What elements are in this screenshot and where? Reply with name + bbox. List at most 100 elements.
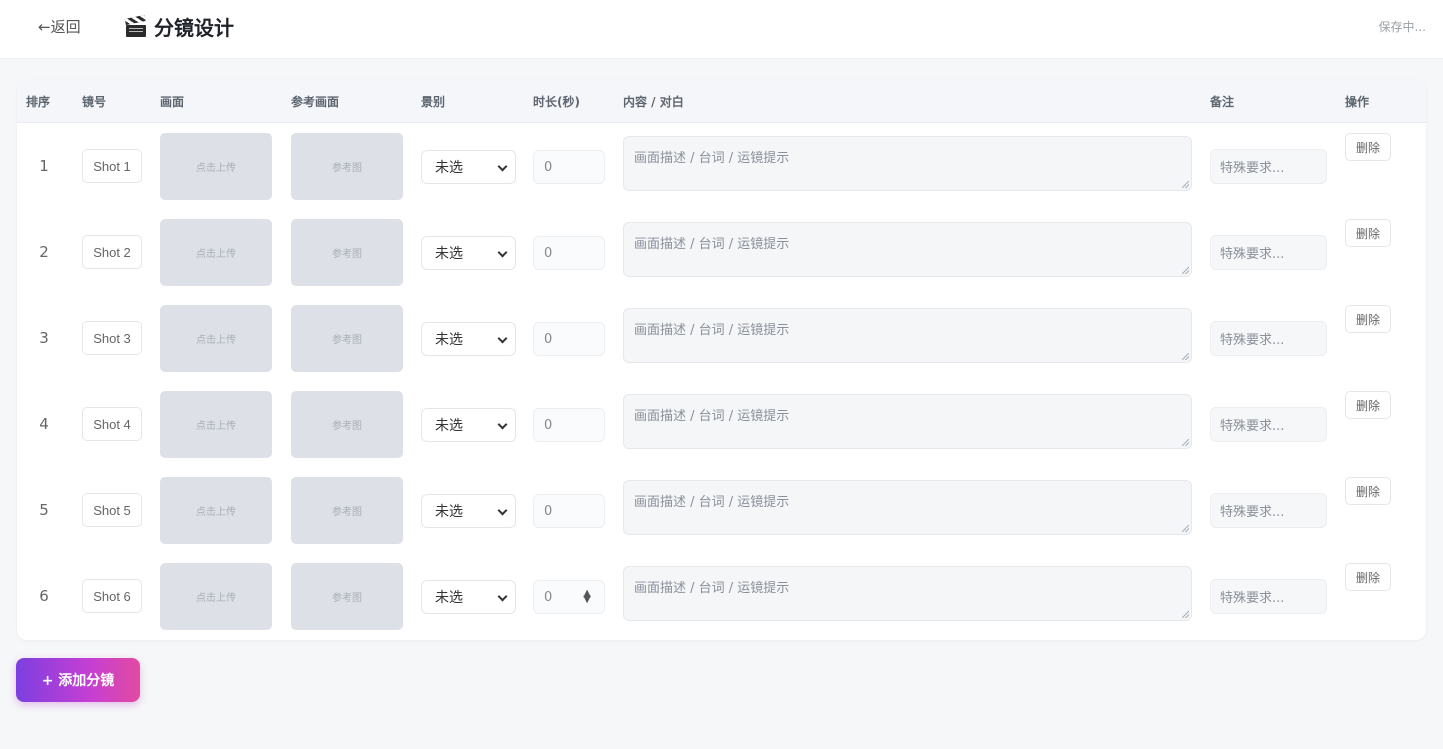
- delete-button[interactable]: 删除: [1345, 391, 1391, 419]
- content-placeholder: 画面描述 / 台词 / 运镜提示: [634, 409, 790, 424]
- frame-upload[interactable]: 点击上传: [160, 563, 272, 630]
- top-bar: ←返回 分镜设计 保存中...: [0, 0, 1443, 59]
- table-row: 6 Shot 6 点击上传 参考图 未选 0 ▲ ▼ 画面描述 / 台词 / 运镜提…: [17, 553, 1426, 639]
- row-order: 2: [39, 243, 49, 261]
- shot-scale-value: 未选: [435, 418, 463, 434]
- shot-scale-value: 未选: [435, 590, 463, 606]
- shot-scale-select[interactable]: 未选: [421, 236, 516, 270]
- content-textarea[interactable]: 画面描述 / 台词 / 运镜提示: [623, 394, 1192, 449]
- frame-upload[interactable]: 点击上传: [160, 391, 272, 458]
- duration-input[interactable]: 0: [533, 236, 605, 270]
- content-textarea[interactable]: 画面描述 / 台词 / 运镜提示: [623, 480, 1192, 535]
- row-order: 1: [39, 157, 49, 175]
- frame-upload[interactable]: 点击上传: [160, 477, 272, 544]
- chevron-down-icon: [497, 505, 508, 516]
- chevron-down-icon: [497, 161, 508, 172]
- chevron-down-icon: [497, 247, 508, 258]
- shot-scale-select[interactable]: 未选: [421, 322, 516, 356]
- shot-number-input[interactable]: Shot 1: [82, 149, 142, 183]
- shot-scale-value: 未选: [435, 332, 463, 348]
- shot-scale-value: 未选: [435, 160, 463, 176]
- duration-input[interactable]: 0: [533, 494, 605, 528]
- reference-upload[interactable]: 参考图: [291, 563, 403, 630]
- delete-button[interactable]: 删除: [1345, 133, 1391, 161]
- save-status: 保存中...: [1378, 20, 1426, 34]
- reference-upload[interactable]: 参考图: [291, 305, 403, 372]
- note-input[interactable]: 特殊要求...: [1210, 149, 1327, 184]
- content-textarea[interactable]: 画面描述 / 台词 / 运镜提示: [623, 136, 1192, 191]
- duration-input[interactable]: 0: [533, 322, 605, 356]
- reference-upload[interactable]: 参考图: [291, 219, 403, 286]
- clapperboard-icon: [124, 14, 146, 37]
- note-input[interactable]: 特殊要求...: [1210, 579, 1327, 614]
- duration-value: 0: [544, 589, 553, 605]
- row-order: 3: [39, 329, 49, 347]
- note-input[interactable]: 特殊要求...: [1210, 321, 1327, 356]
- content-textarea[interactable]: 画面描述 / 台词 / 运镜提示: [623, 566, 1192, 621]
- page-title: 分镜设计: [124, 12, 234, 41]
- resize-grip-icon[interactable]: [1182, 439, 1189, 446]
- col-action: 操作: [1345, 95, 1370, 109]
- frame-upload[interactable]: 点击上传: [160, 219, 272, 286]
- table-row: 1 Shot 1 点击上传 参考图 未选 0 画面描述 / 台词 / 运镜提示 …: [17, 123, 1426, 209]
- duration-input[interactable]: 0: [533, 150, 605, 184]
- shot-scale-select[interactable]: 未选: [421, 580, 516, 614]
- page-title-text: 分镜设计: [154, 16, 234, 40]
- chevron-down-icon: [497, 333, 508, 344]
- shot-number-input[interactable]: Shot 2: [82, 235, 142, 269]
- delete-button[interactable]: 删除: [1345, 219, 1391, 247]
- frame-upload[interactable]: 点击上传: [160, 305, 272, 372]
- row-order: 6: [39, 587, 49, 605]
- duration-input[interactable]: 0 ▲ ▼: [533, 580, 605, 614]
- delete-button[interactable]: 删除: [1345, 477, 1391, 505]
- delete-button[interactable]: 删除: [1345, 305, 1391, 333]
- col-order: 排序: [26, 95, 51, 109]
- stepper-arrows-icon[interactable]: ▲ ▼: [583, 589, 591, 605]
- add-shot-button[interactable]: + 添加分镜: [16, 658, 140, 702]
- duration-input[interactable]: 0: [533, 408, 605, 442]
- table-row: 3 Shot 3 点击上传 参考图 未选 0 画面描述 / 台词 / 运镜提示 …: [17, 295, 1426, 381]
- note-input[interactable]: 特殊要求...: [1210, 235, 1327, 270]
- content-textarea[interactable]: 画面描述 / 台词 / 运镜提示: [623, 222, 1192, 277]
- note-input[interactable]: 特殊要求...: [1210, 493, 1327, 528]
- resize-grip-icon[interactable]: [1182, 611, 1189, 618]
- shot-scale-value: 未选: [435, 504, 463, 520]
- resize-grip-icon[interactable]: [1182, 181, 1189, 188]
- shot-scale-value: 未选: [435, 246, 463, 262]
- content-textarea[interactable]: 画面描述 / 台词 / 运镜提示: [623, 308, 1192, 363]
- table-row: 2 Shot 2 点击上传 参考图 未选 0 画面描述 / 台词 / 运镜提示 …: [17, 209, 1426, 295]
- row-order: 4: [39, 415, 49, 433]
- note-input[interactable]: 特殊要求...: [1210, 407, 1327, 442]
- col-duration: 时长(秒): [533, 95, 580, 109]
- frame-upload[interactable]: 点击上传: [160, 133, 272, 200]
- shot-number-input[interactable]: Shot 6: [82, 579, 142, 613]
- col-shot: 镜号: [82, 95, 107, 109]
- col-frame: 画面: [160, 95, 185, 109]
- shot-number-input[interactable]: Shot 4: [82, 407, 142, 441]
- content-placeholder: 画面描述 / 台词 / 运镜提示: [634, 151, 790, 166]
- col-note: 备注: [1210, 95, 1235, 109]
- table-row: 5 Shot 5 点击上传 参考图 未选 0 画面描述 / 台词 / 运镜提示 …: [17, 467, 1426, 553]
- shot-number-input[interactable]: Shot 3: [82, 321, 142, 355]
- resize-grip-icon[interactable]: [1182, 353, 1189, 360]
- storyboard-table: 排序 镜号 画面 参考画面 景别 时长(秒) 内容 / 对白 备注 操作 1 S…: [17, 79, 1426, 640]
- chevron-down-icon: [497, 591, 508, 602]
- row-order: 5: [39, 501, 49, 519]
- content-placeholder: 画面描述 / 台词 / 运镜提示: [634, 323, 790, 338]
- shot-scale-select[interactable]: 未选: [421, 408, 516, 442]
- resize-grip-icon[interactable]: [1182, 525, 1189, 532]
- content-placeholder: 画面描述 / 台词 / 运镜提示: [634, 495, 790, 510]
- col-content: 内容 / 对白: [623, 95, 684, 109]
- table-header: 排序 镜号 画面 参考画面 景别 时长(秒) 内容 / 对白 备注 操作: [17, 79, 1426, 123]
- back-button[interactable]: ←返回: [38, 16, 81, 37]
- reference-upload[interactable]: 参考图: [291, 133, 403, 200]
- col-shot-scale: 景别: [421, 95, 446, 109]
- shot-scale-select[interactable]: 未选: [421, 150, 516, 184]
- delete-button[interactable]: 删除: [1345, 563, 1391, 591]
- content-placeholder: 画面描述 / 台词 / 运镜提示: [634, 581, 790, 596]
- reference-upload[interactable]: 参考图: [291, 391, 403, 458]
- shot-number-input[interactable]: Shot 5: [82, 493, 142, 527]
- reference-upload[interactable]: 参考图: [291, 477, 403, 544]
- shot-scale-select[interactable]: 未选: [421, 494, 516, 528]
- resize-grip-icon[interactable]: [1182, 267, 1189, 274]
